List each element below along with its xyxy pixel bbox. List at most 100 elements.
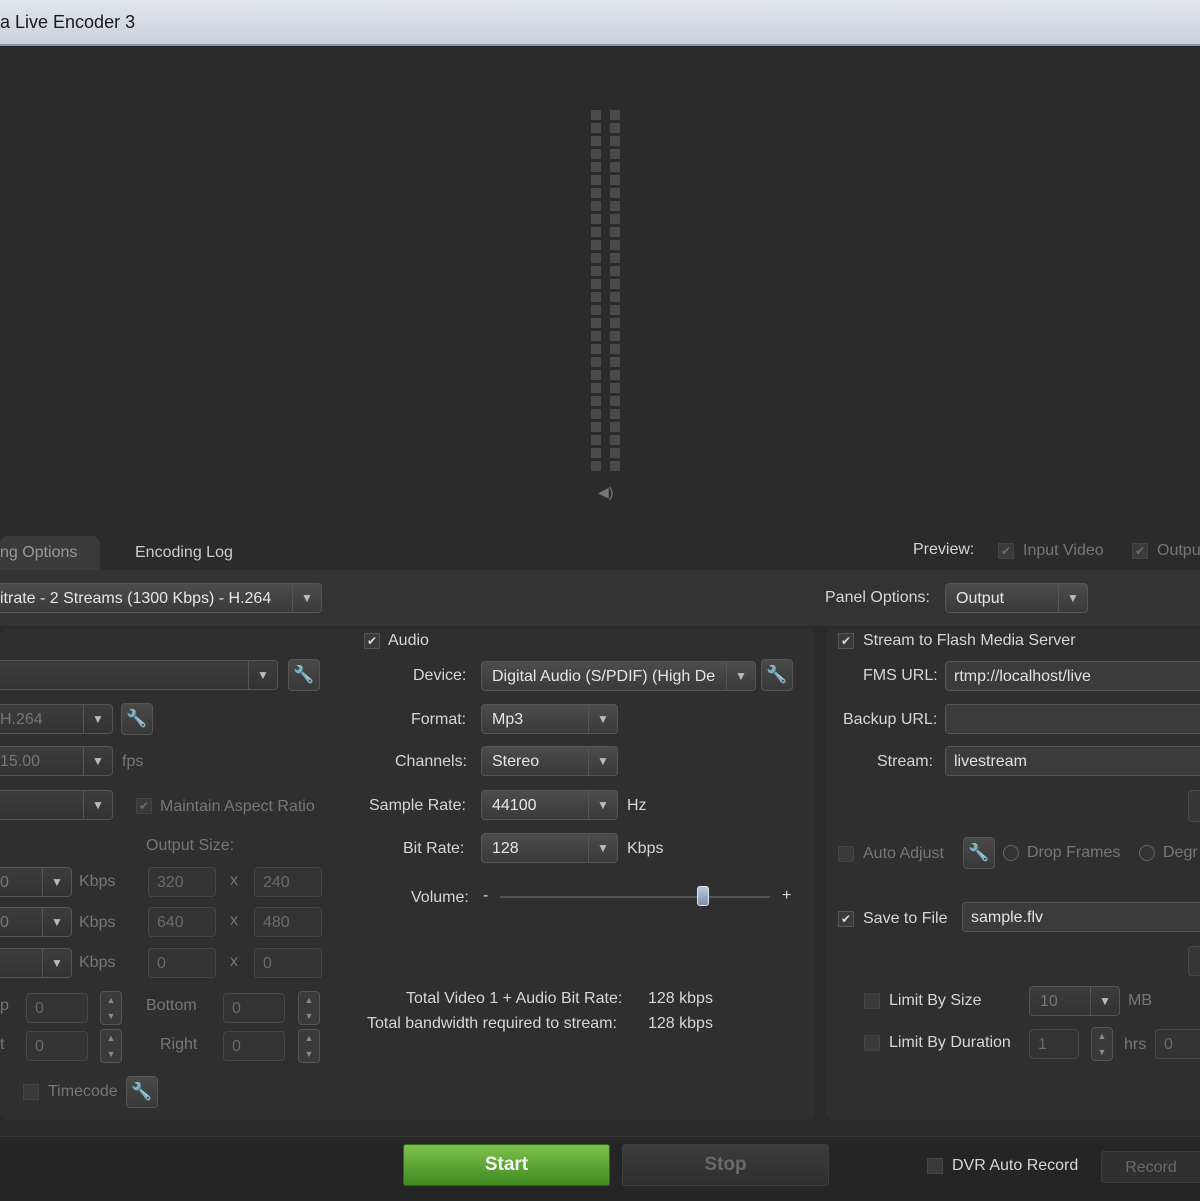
crop-right-field[interactable]: 0 (223, 1031, 285, 1061)
timecode-checkbox[interactable] (23, 1084, 39, 1100)
meter-segment (610, 305, 620, 315)
chevron-down-icon: ▼ (42, 868, 71, 896)
hz-unit: Hz (627, 797, 647, 814)
preset-value: itrate - 2 Streams (1300 Kbps) - H.264 (0, 590, 272, 607)
maintain-aspect-checkbox[interactable]: ✔ (136, 798, 152, 814)
crop-left-stepper[interactable]: ▲ ▼ (100, 1029, 122, 1063)
meter-segment (591, 409, 601, 419)
input-video-checkbox[interactable]: ✔ (998, 543, 1014, 559)
video-device-dropdown[interactable]: ▼ (0, 660, 278, 690)
duration-minutes-field[interactable]: 0 (1155, 1029, 1200, 1059)
video-format-value: H.264 (0, 711, 43, 728)
sample-rate-dropdown[interactable]: 44100 ▼ (481, 790, 618, 820)
stream1-height-field[interactable]: 240 (254, 867, 322, 897)
input-size-dropdown[interactable]: ▼ (0, 790, 113, 820)
bandwidth-label: Total bandwidth required to stream: (367, 1015, 617, 1032)
kbps-unit: Kbps (627, 840, 664, 857)
audio-device-dropdown[interactable]: Digital Audio (S/PDIF) (High De ▼ (481, 661, 756, 691)
kbps-unit: Kbps (79, 914, 116, 931)
audio-format-dropdown[interactable]: Mp3 ▼ (481, 704, 618, 734)
video-format-settings-icon[interactable]: 🔧 (121, 703, 153, 735)
crop-top-stepper[interactable]: ▲ ▼ (100, 991, 122, 1025)
sample-rate-label: Sample Rate: (369, 797, 466, 814)
auto-adjust-checkbox[interactable] (838, 846, 854, 862)
meter-segment (610, 409, 620, 419)
dvr-auto-record-checkbox[interactable] (927, 1158, 943, 1174)
preset-dropdown[interactable]: itrate - 2 Streams (1300 Kbps) - H.264 ▼ (0, 583, 322, 613)
video-device-settings-icon[interactable]: 🔧 (288, 659, 320, 691)
frame-rate-dropdown[interactable]: 15.00 ▼ (0, 746, 113, 776)
meter-segment (610, 201, 620, 211)
degrade-radio[interactable] (1139, 845, 1155, 861)
mb-unit: MB (1128, 992, 1152, 1009)
file-name-input[interactable]: sample.flv (962, 902, 1200, 932)
crop-bottom-field[interactable]: 0 (223, 993, 285, 1023)
crop-left-label: t (0, 1036, 5, 1053)
meter-segment (591, 188, 601, 198)
stream2-bitrate-value: 0 (0, 914, 9, 931)
record-button[interactable]: Record (1101, 1151, 1200, 1183)
dvr-auto-record-label: DVR Auto Record (952, 1157, 1079, 1174)
stream2-bitrate-dropdown[interactable]: 0 ▼ (0, 907, 72, 937)
auto-adjust-settings-icon[interactable]: 🔧 (963, 837, 995, 869)
crop-right-label: Right (160, 1036, 198, 1053)
volume-minus[interactable]: - (483, 887, 488, 905)
crop-top-field[interactable]: 0 (26, 993, 88, 1023)
volume-slider-thumb[interactable] (696, 886, 709, 906)
tab-encoding-log[interactable]: Encoding Log (117, 536, 251, 570)
maintain-aspect-label: Maintain Aspect Ratio (160, 798, 315, 815)
channels-dropdown[interactable]: Stereo ▼ (481, 746, 618, 776)
meter-segment (591, 266, 601, 276)
limit-duration-checkbox[interactable] (864, 1035, 880, 1051)
duration-hours-stepper[interactable]: ▲ ▼ (1091, 1027, 1113, 1061)
fms-url-input[interactable]: rtmp://localhost/live (945, 661, 1200, 691)
stream-fms-checkbox[interactable]: ✔ (838, 633, 854, 649)
volume-track[interactable] (500, 896, 770, 898)
stream1-bitrate-dropdown[interactable]: 0 ▼ (0, 867, 72, 897)
stream3-width-field[interactable]: 0 (148, 948, 216, 978)
start-button[interactable]: Start (403, 1144, 610, 1186)
chevron-down-icon: ▼ (42, 908, 71, 936)
limit-size-checkbox[interactable] (864, 993, 880, 1009)
browse-file-button[interactable] (1188, 946, 1200, 976)
volume-plus[interactable]: + (782, 887, 791, 905)
audio-title: Audio (388, 632, 429, 649)
meter-segment (610, 240, 620, 250)
drop-frames-radio[interactable] (1003, 845, 1019, 861)
tab-encoding-options[interactable]: ng Options (0, 536, 100, 570)
duration-hours-field[interactable]: 1 (1029, 1029, 1079, 1059)
panel-options-value: Output (956, 590, 1005, 607)
audio-device-value: Digital Audio (S/PDIF) (High De (492, 668, 716, 685)
stream-name-input[interactable]: livestream (945, 746, 1200, 776)
crop-left-field[interactable]: 0 (26, 1031, 88, 1061)
audio-device-settings-icon[interactable]: 🔧 (761, 659, 793, 691)
stream2-height-field[interactable]: 480 (254, 907, 322, 937)
limit-size-dropdown[interactable]: 10 ▼ (1029, 986, 1120, 1016)
crop-bottom-stepper[interactable]: ▲ ▼ (298, 991, 320, 1025)
save-to-file-checkbox[interactable]: ✔ (838, 911, 854, 927)
timecode-settings-icon[interactable]: 🔧 (126, 1076, 158, 1108)
meter-segment (610, 383, 620, 393)
bandwidth-value: 128 kbps (648, 1015, 713, 1032)
panel-options-dropdown[interactable]: Output ▼ (945, 583, 1088, 613)
stream1-width-field[interactable]: 320 (148, 867, 216, 897)
stream2-width-field[interactable]: 640 (148, 907, 216, 937)
stream3-height-field[interactable]: 0 (254, 948, 322, 978)
backup-url-input[interactable] (945, 704, 1200, 734)
meter-segment (610, 214, 620, 224)
stop-button[interactable]: Stop (622, 1144, 829, 1186)
video-format-dropdown[interactable]: H.264 ▼ (0, 704, 113, 734)
meter-segment (591, 123, 601, 133)
meter-segment (610, 149, 620, 159)
crop-right-stepper[interactable]: ▲ ▼ (298, 1029, 320, 1063)
fps-unit: fps (122, 753, 144, 770)
bit-rate-dropdown[interactable]: 128 ▼ (481, 833, 618, 863)
fms-connect-button[interactable] (1188, 790, 1200, 822)
meter-segment (591, 110, 601, 120)
stream3-bitrate-dropdown[interactable]: ▼ (0, 948, 72, 978)
audio-checkbox[interactable]: ✔ (364, 633, 380, 649)
output-preview-checkbox[interactable]: ✔ (1132, 543, 1148, 559)
meter-segment (610, 370, 620, 380)
meter-segment (591, 214, 601, 224)
meter-segment (591, 396, 601, 406)
